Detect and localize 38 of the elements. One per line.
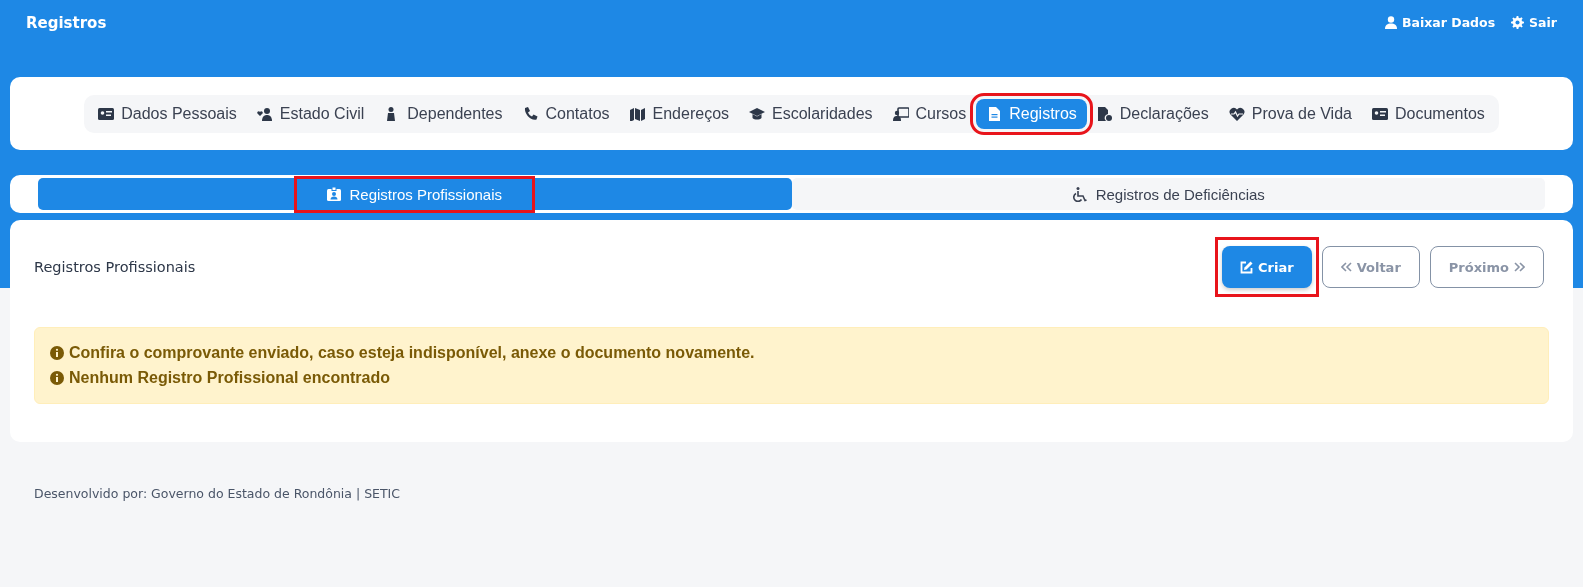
badge-icon [327,187,342,201]
user-heart-icon [256,106,273,121]
heart-pulse-icon [1228,106,1245,121]
page-title: Registros [26,13,107,32]
nav-tab[interactable]: Endereços [619,98,740,129]
info-icon [50,371,64,385]
nav-tab[interactable]: Prova de Vida [1218,98,1362,129]
nav-tab[interactable]: Documentos [1361,98,1495,129]
document-icon [986,106,1003,121]
edit-icon [1240,260,1254,274]
nav-tab[interactable]: Dados Pessoais [88,98,247,129]
nav-tab[interactable]: Escolaridades [739,98,883,129]
id-card-icon [1371,106,1388,121]
nav-tab[interactable]: Estado Civil [246,98,375,129]
user-icon [1385,16,1398,29]
header-link[interactable]: Sair [1511,15,1557,30]
nav-tab[interactable]: Dependentes [374,98,513,129]
alert-message: Confira o comprovante enviado, caso esteja indisponível, anexe o documento novamente. [69,344,755,362]
double-chevron-right-icon [1514,262,1525,272]
section-tab[interactable]: Registros de Deficiências [791,178,1545,210]
teacher-board-icon [892,106,909,121]
alert-message: Nenhum Registro Profissional encontrado [69,369,390,387]
wheelchair-icon [1071,186,1088,202]
id-card-icon [98,106,115,121]
double-chevron-left-icon [1340,262,1352,272]
nav-tab[interactable]: Declarações [1086,98,1219,129]
nav-tab[interactable]: Contatos [512,98,620,129]
section-tab[interactable]: Registros Profissionais [38,178,792,210]
footer-text: Desenvolvido por: Governo do Estado de Rondônia | SETIC [34,486,400,501]
graduation-cap-icon [749,106,766,121]
map-icon [629,106,646,121]
nav-tab[interactable]: Cursos [882,98,977,129]
info-icon [50,346,64,360]
phone-icon [522,106,539,121]
create-button[interactable]: Criar [1222,246,1312,288]
header-link[interactable]: Baixar Dados [1385,15,1496,30]
section-title: Registros Profissionais [34,259,196,275]
settings-icon [1511,16,1525,29]
